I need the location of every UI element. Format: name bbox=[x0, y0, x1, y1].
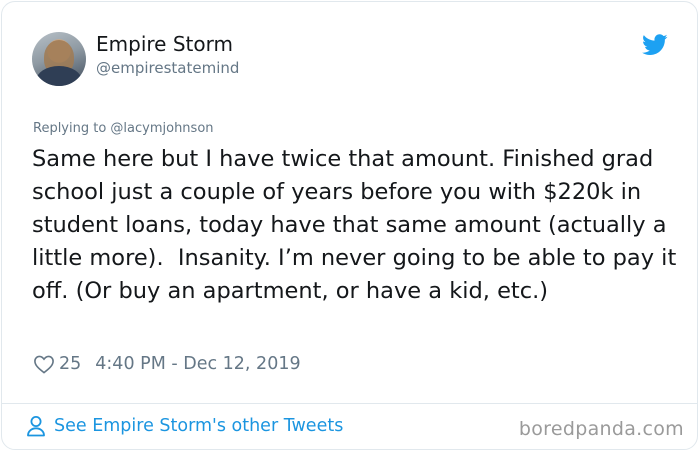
timestamp[interactable]: 4:40 PM - Dec 12, 2019 bbox=[95, 354, 300, 374]
author-name[interactable]: Empire Storm bbox=[96, 32, 233, 56]
avatar[interactable] bbox=[32, 32, 86, 86]
person-icon bbox=[27, 416, 45, 437]
divider bbox=[1, 403, 698, 404]
author-handle[interactable]: @empirestatemind bbox=[96, 59, 239, 77]
avatar-body bbox=[36, 66, 82, 86]
watermark: boredpanda.com bbox=[518, 418, 684, 440]
heart-icon[interactable] bbox=[33, 354, 55, 374]
see-other-tweets-label[interactable]: See Empire Storm's other Tweets bbox=[54, 416, 343, 436]
see-other-tweets-link[interactable]: See Empire Storm's other Tweets bbox=[26, 415, 343, 437]
tweet-meta: 25 4:40 PM - Dec 12, 2019 bbox=[33, 351, 301, 377]
tweet-text: Same here but I have twice that amount. … bbox=[32, 146, 684, 304]
like-count[interactable]: 25 bbox=[59, 354, 81, 374]
replying-to[interactable]: Replying to @lacymjohnson bbox=[33, 121, 214, 136]
twitter-bird-icon[interactable] bbox=[642, 34, 668, 56]
